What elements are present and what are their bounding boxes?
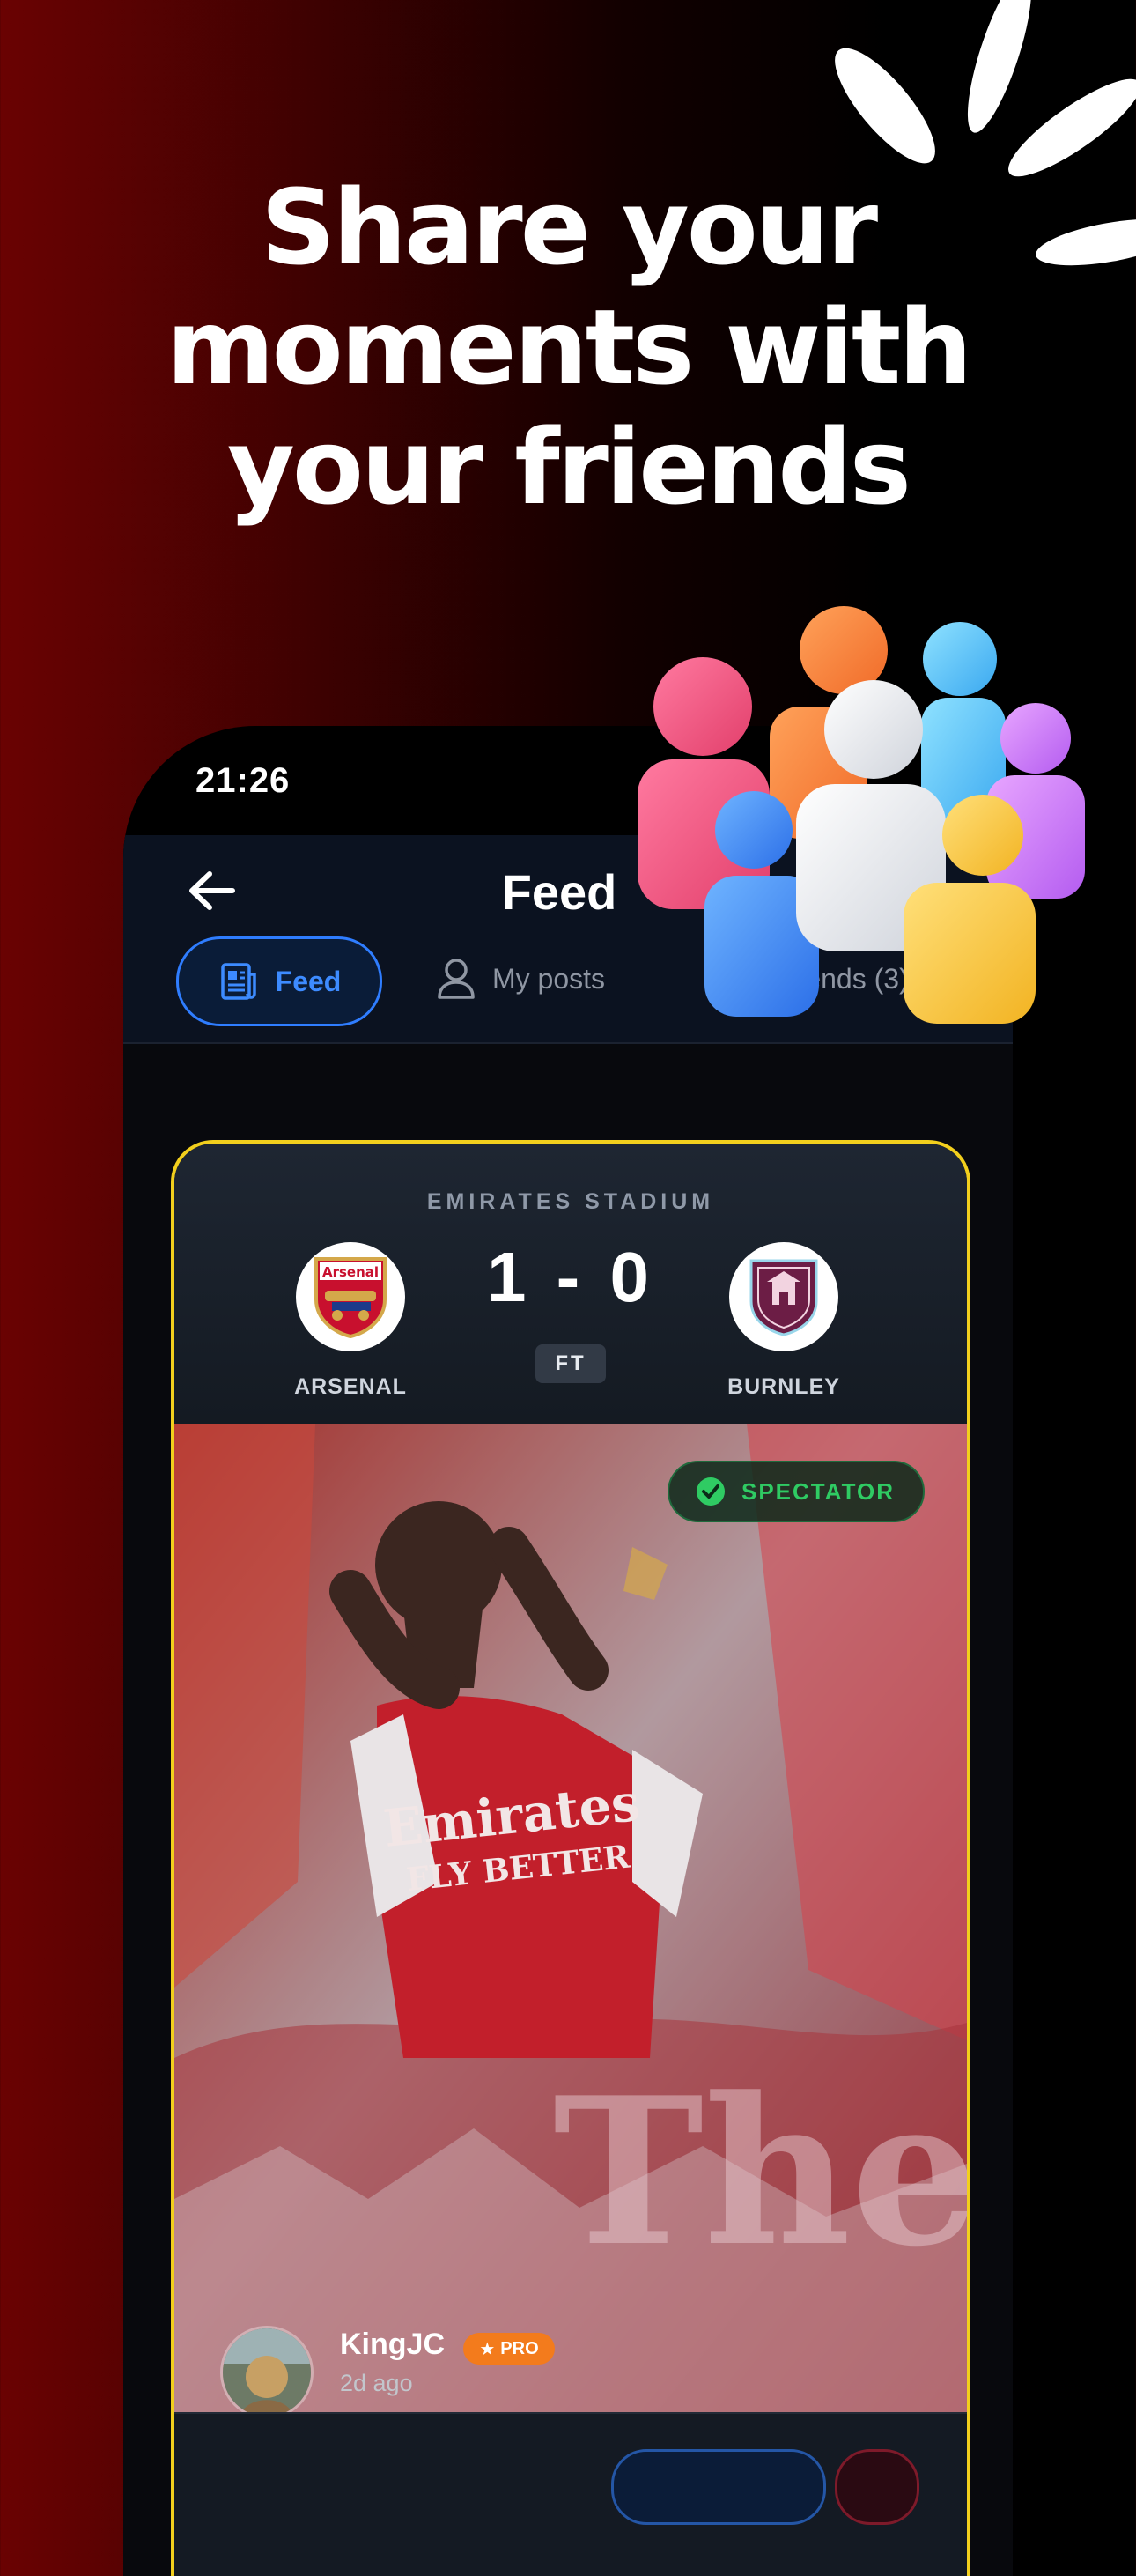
- tab-feed-label: Feed: [275, 965, 342, 997]
- spectator-badge-label: SPECTATOR: [741, 1477, 896, 1505]
- celebration-photo: The Emirates FLY BETTER: [174, 1424, 967, 2412]
- svg-text:The: The: [553, 2054, 967, 2291]
- spectator-badge: SPECTATOR: [668, 1461, 925, 1522]
- star-icon: ★: [479, 2339, 496, 2359]
- headline-line-3: your friends: [227, 406, 911, 528]
- comment-button[interactable]: [611, 2449, 826, 2525]
- status-time: 21:26: [195, 761, 291, 800]
- stadium-name: EMIRATES STADIUM: [426, 1189, 715, 1214]
- post-photo[interactable]: The Emirates FLY BETTER SPECTATOR: [174, 1424, 967, 2412]
- post-time: 2d ago: [340, 2370, 413, 2396]
- avatar[interactable]: [220, 2326, 314, 2419]
- match-score: 1 - 0: [486, 1238, 655, 1316]
- user-icon: [438, 959, 475, 999]
- match-header: EMIRATES STADIUM Arsenal ARSENAL 1 - 0 F…: [174, 1144, 967, 1424]
- pro-badge-label: PRO: [500, 2338, 539, 2358]
- feed-post-card[interactable]: EMIRATES STADIUM Arsenal ARSENAL 1 - 0 F…: [171, 1140, 970, 2576]
- match-status-badge: FT: [535, 1344, 606, 1383]
- friends-group-illustration: [638, 606, 1085, 1024]
- newspaper-icon: [220, 963, 256, 1000]
- post-username[interactable]: KingJC: [340, 2328, 445, 2362]
- home-team-name: ARSENAL: [294, 1374, 407, 1399]
- hero-headline: Share your moments with your friends: [0, 167, 1136, 527]
- headline-line-2: moments with: [166, 286, 973, 408]
- tab-feed[interactable]: Feed: [176, 936, 382, 1026]
- tab-my-posts[interactable]: My posts: [436, 936, 605, 1021]
- check-circle-icon: [697, 1477, 725, 1506]
- pro-badge: ★ PRO: [463, 2333, 555, 2365]
- burnley-crest: [729, 1242, 838, 1351]
- like-button[interactable]: [835, 2449, 919, 2525]
- away-team-name: BURNLEY: [727, 1374, 840, 1399]
- post-footer: [174, 2412, 967, 2576]
- tab-my-posts-label: My posts: [492, 962, 606, 995]
- headline-line-1: Share your: [260, 167, 878, 288]
